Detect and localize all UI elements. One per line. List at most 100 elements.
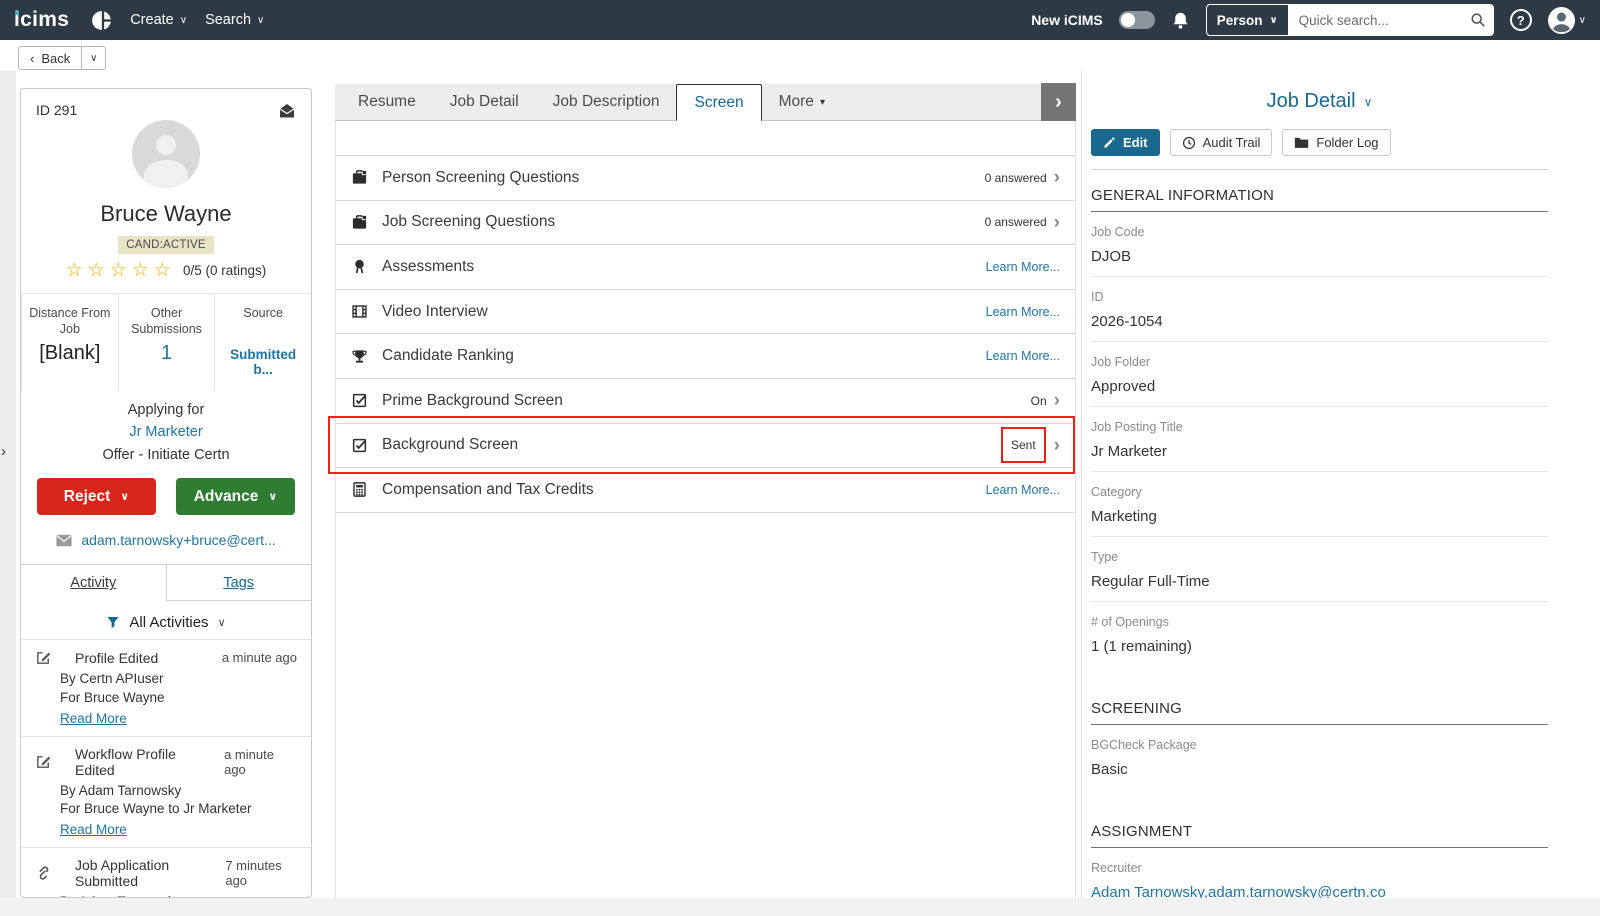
calculator-icon: [351, 481, 368, 498]
field-value: Marketing: [1091, 508, 1157, 525]
read-more-link[interactable]: Read More: [60, 711, 127, 726]
submission-tab[interactable]: Resume: [341, 84, 433, 120]
screening-row[interactable]: Compensation and Tax Credits Learn More.…: [336, 468, 1075, 513]
activity-by: By Adam Tarnowsky: [60, 782, 182, 798]
screening-row[interactable]: Person Screening Questions 0 answered ›: [336, 156, 1075, 201]
back-button[interactable]: ‹ Back: [19, 47, 81, 69]
left-collapse-rail: ›: [0, 71, 16, 898]
notifications-bell-icon[interactable]: [1171, 11, 1190, 30]
job-detail-panel: Job Detail ∨ Edit Audit Trail Folder Log …: [1081, 71, 1600, 913]
star-rating-icons[interactable]: ☆☆☆☆☆: [66, 261, 176, 280]
field-label: Job Code: [1091, 225, 1145, 239]
submission-tab[interactable]: More ▾: [762, 84, 842, 120]
field-value: Basic: [1091, 761, 1128, 778]
edit-icon: [35, 753, 52, 770]
rating-text: 0/5 (0 ratings): [182, 263, 267, 278]
screening-row-status[interactable]: 0 answered: [985, 171, 1047, 185]
field-label: ID: [1091, 290, 1104, 304]
activity-time: a minute ago: [221, 650, 297, 666]
search-icon[interactable]: [1470, 12, 1486, 28]
screening-row-status[interactable]: On: [1031, 394, 1047, 408]
stat-column: Other Submissions 1: [117, 294, 215, 391]
quick-search-input[interactable]: [1288, 4, 1494, 36]
chevron-down-icon: ∨: [217, 617, 226, 630]
read-more-link[interactable]: Read More: [60, 822, 127, 837]
activity-filter[interactable]: All Activities ∨: [21, 614, 311, 631]
help-icon[interactable]: ?: [1509, 9, 1532, 31]
reject-button[interactable]: Reject ∨: [37, 478, 156, 516]
field-value: Approved: [1091, 378, 1156, 395]
detail-field: Job Code DJOB: [1091, 212, 1548, 277]
chevron-right-icon: ›: [1053, 434, 1060, 456]
screening-row-status[interactable]: Learn More...: [986, 349, 1060, 363]
edit-button[interactable]: Edit: [1091, 129, 1160, 156]
submission-tab[interactable]: Job Description: [536, 84, 677, 120]
screening-row[interactable]: Job Screening Questions 0 answered ›: [336, 200, 1075, 246]
chevron-down-icon: ∨: [1363, 94, 1373, 109]
send-email-icon[interactable]: [278, 102, 296, 120]
search-scope-dropdown[interactable]: Person ∨: [1205, 4, 1289, 36]
screening-row-status[interactable]: 0 answered: [985, 215, 1047, 229]
screening-row-label: Prime Background Screen: [382, 391, 563, 409]
candidate-stats: Distance From Job [Blank] Other Submissi…: [21, 293, 311, 391]
stat-column: Distance From Job [Blank]: [21, 294, 118, 391]
screening-row[interactable]: Prime Background Screen On ›: [336, 378, 1075, 424]
mail-icon: [56, 534, 72, 547]
icims-logo[interactable]: icims: [14, 8, 73, 32]
detail-field: Type Regular Full-Time: [1091, 537, 1548, 602]
applying-for-job-link[interactable]: Jr Marketer: [21, 421, 311, 443]
screening-row-label: Candidate Ranking: [382, 347, 514, 365]
tab-scroll-next-button[interactable]: ›: [1041, 83, 1076, 121]
chevron-down-icon: ∨: [1269, 14, 1278, 26]
screening-row[interactable]: Background Screen Sent ›: [328, 415, 1075, 474]
job-detail-title-dropdown[interactable]: Job Detail ∨: [1091, 90, 1548, 113]
checkbox-icon: [351, 437, 368, 454]
trophy-icon: [351, 348, 368, 365]
activity-title: Job Application Submitted: [75, 856, 170, 889]
stat-column: Source Submitted b...: [214, 294, 311, 391]
stat-value[interactable]: [Blank]: [26, 342, 114, 365]
activity-item: Job Application Submitted 7 minutes ago …: [21, 846, 311, 897]
logo-dot: [15, 11, 19, 15]
create-menu[interactable]: Create ∨: [130, 12, 187, 28]
search-menu[interactable]: Search ∨: [205, 12, 264, 28]
screening-row-label: Video Interview: [382, 302, 488, 320]
tab-tags[interactable]: Tags: [166, 565, 311, 602]
stat-value[interactable]: 1: [123, 342, 211, 365]
new-icims-toggle[interactable]: [1118, 11, 1155, 29]
chevron-right-icon: ›: [1053, 167, 1060, 189]
chevron-right-icon: ›: [1053, 390, 1060, 412]
stat-label: Other Submissions: [131, 306, 202, 337]
screening-list: Person Screening Questions 0 answered › …: [328, 155, 1075, 513]
screening-fields: BGCheck Package Basic: [1091, 725, 1548, 789]
candidate-email-link[interactable]: adam.tarnowsky+bruce@cert...: [81, 532, 275, 548]
screening-row-status[interactable]: Learn More...: [986, 260, 1060, 274]
pencil-icon: [1103, 136, 1116, 149]
folder-log-button[interactable]: Folder Log: [1282, 129, 1391, 156]
screening-row[interactable]: Candidate Ranking Learn More...: [336, 334, 1075, 379]
screening-row[interactable]: Video Interview Learn More...: [336, 289, 1075, 335]
field-label: Job Folder: [1091, 355, 1151, 369]
screening-row[interactable]: Assessments Learn More...: [336, 245, 1075, 290]
screening-row-status[interactable]: Sent: [1000, 427, 1046, 464]
field-label: Job Posting Title: [1091, 420, 1183, 434]
screening-row-label: Person Screening Questions: [382, 168, 580, 186]
dashboard-pie-icon[interactable]: [91, 9, 113, 31]
film-icon: [351, 303, 368, 320]
field-label: Category: [1091, 485, 1142, 499]
back-dropdown-button[interactable]: ∨: [81, 47, 105, 69]
screening-row-status[interactable]: Learn More...: [986, 305, 1060, 319]
chevron-down-icon: ∨: [257, 14, 265, 26]
audit-trail-button[interactable]: Audit Trail: [1169, 129, 1273, 156]
advance-button[interactable]: Advance ∨: [176, 478, 295, 516]
panel-expand-icon[interactable]: ›: [1, 443, 6, 460]
screening-row-status[interactable]: Learn More...: [986, 483, 1060, 497]
activity-item: Profile Edited a minute ago By Certn API…: [21, 639, 311, 735]
submission-tab[interactable]: Screen: [676, 84, 762, 121]
submission-tab[interactable]: Job Detail: [433, 84, 536, 120]
stat-value[interactable]: Submitted b...: [219, 347, 307, 377]
tab-activity[interactable]: Activity: [21, 565, 167, 602]
account-avatar[interactable]: ∨: [1547, 6, 1586, 34]
screening-row-label: Compensation and Tax Credits: [382, 480, 594, 498]
field-label: Recruiter: [1091, 861, 1142, 875]
